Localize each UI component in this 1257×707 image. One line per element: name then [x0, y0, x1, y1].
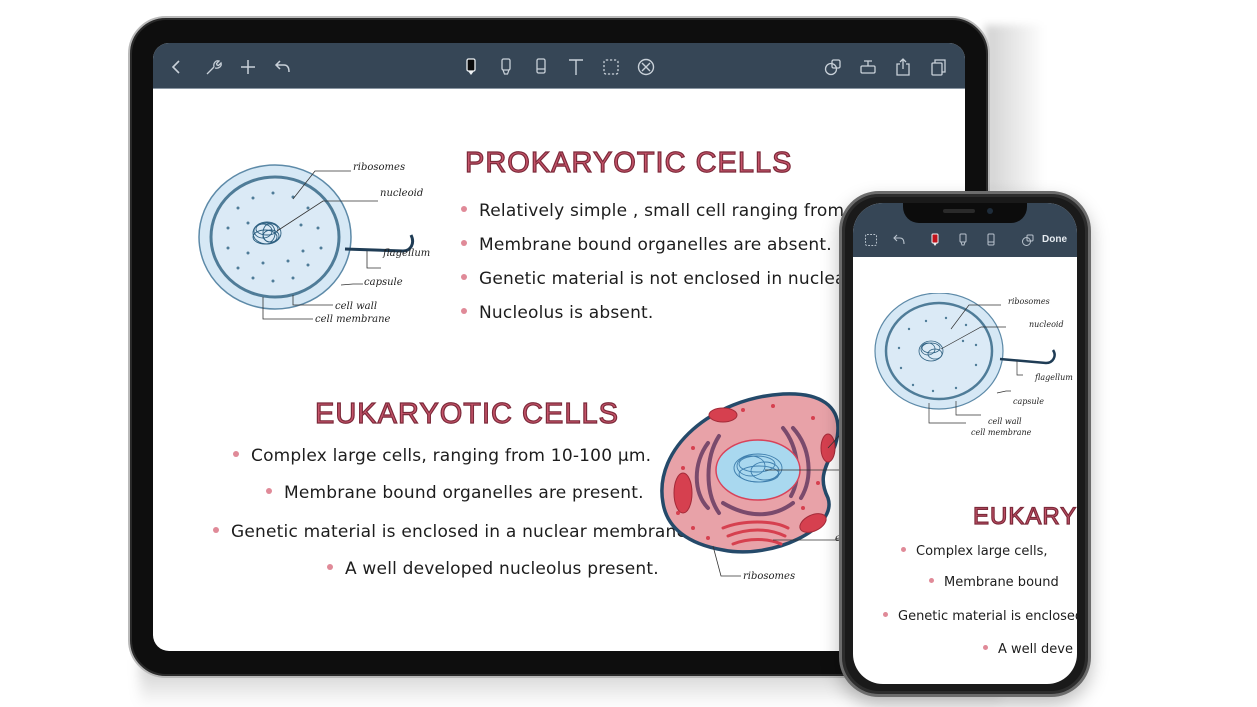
- eukaryotic-bullet: Genetic material is enclosed: [883, 609, 1077, 624]
- plus-icon[interactable]: [238, 57, 258, 77]
- ipad-side-shadow: [985, 25, 1045, 195]
- share-icon[interactable]: [893, 57, 913, 77]
- label-capsule: capsule: [1013, 397, 1044, 406]
- label-nucleoid: nucleoid: [1029, 320, 1064, 329]
- iphone-toolbar: Done: [853, 203, 1077, 257]
- iphone-notch: [903, 203, 1027, 223]
- speaker-grille: [943, 209, 975, 213]
- bullet-dot: [929, 578, 934, 583]
- eukaryotic-bullet: Membrane bound: [929, 575, 1059, 590]
- lasso-select-icon[interactable]: [864, 233, 878, 247]
- done-button[interactable]: Done: [1042, 234, 1067, 245]
- front-camera: [987, 208, 993, 214]
- prokaryotic-bullet: Genetic material is not enclosed in nucl…: [461, 269, 853, 289]
- label-cell-wall: cell wall: [988, 417, 1022, 426]
- prokaryotic-bullet: Nucleolus is absent.: [461, 303, 654, 323]
- iphone-screen: Done ribosomes nucleoid flagellum capsul…: [853, 203, 1077, 684]
- label-flagellum: flagellum: [383, 248, 431, 259]
- undo-icon[interactable]: [273, 57, 293, 77]
- prokaryotic-cell-diagram: [198, 164, 415, 320]
- back-chevron-icon[interactable]: [167, 57, 187, 77]
- ipad-toolbar: [153, 43, 965, 89]
- eukaryotic-title: EUKARY: [972, 502, 1077, 530]
- eukaryotic-title: EUKARYOTIC CELLS: [314, 397, 619, 430]
- bullet-dot: [461, 240, 467, 246]
- shapes-icon[interactable]: [823, 57, 843, 77]
- undo-icon[interactable]: [892, 233, 906, 247]
- label-cell-membrane: cell membrane: [971, 428, 1032, 437]
- eukaryotic-bullet: A well deve: [983, 642, 1073, 657]
- label-ribosomes: ribosomes: [743, 571, 796, 582]
- bullet-dot: [883, 612, 888, 617]
- highlighter-tool-icon[interactable]: [956, 233, 970, 247]
- label-cell-membrane: cell membrane: [315, 314, 391, 325]
- pen-tool-icon[interactable]: [461, 57, 481, 77]
- eukaryotic-bullet: A well developed nucleolus present.: [327, 559, 659, 579]
- pen-tool-icon[interactable]: [928, 233, 942, 247]
- bullet-dot: [266, 488, 272, 494]
- bullet-dot: [461, 206, 467, 212]
- bullet-dot: [901, 547, 906, 552]
- eukaryotic-bullet: Complex large cells,: [901, 544, 1048, 559]
- prokaryotic-title: PROKARYOTIC CELLS: [464, 146, 793, 179]
- wrench-icon[interactable]: [203, 57, 223, 77]
- no-touch-icon[interactable]: [636, 57, 656, 77]
- label-flagellum: flagellum: [1035, 373, 1073, 382]
- label-ribosomes: ribosomes: [353, 162, 406, 173]
- text-tool-icon[interactable]: [566, 57, 586, 77]
- iphone-prokaryotic-diagram: [874, 293, 1056, 424]
- bullet-dot: [983, 645, 988, 650]
- bullet-dot: [461, 308, 467, 314]
- eukaryotic-bullet: Membrane bound organelles are present.: [266, 483, 644, 503]
- label-cell-wall: cell wall: [335, 301, 378, 312]
- pages-icon[interactable]: [928, 57, 948, 77]
- eukaryotic-bullet: Genetic material is enclosed in a nuclea…: [213, 522, 693, 542]
- eraser-tool-icon[interactable]: [984, 233, 998, 247]
- label-ribosomes: ribosomes: [1008, 297, 1050, 306]
- bullet-dot: [461, 274, 467, 280]
- eukaryotic-bullet: Complex large cells, ranging from 10-100…: [233, 446, 651, 466]
- label-nucleoid: nucleoid: [380, 188, 424, 199]
- shapes-icon[interactable]: [1021, 233, 1035, 247]
- presentation-icon[interactable]: [858, 57, 878, 77]
- prokaryotic-bullet: Membrane bound organelles are absent.: [461, 235, 832, 255]
- bullet-dot: [233, 451, 239, 457]
- eraser-tool-icon[interactable]: [531, 57, 551, 77]
- bullet-dot: [327, 564, 333, 570]
- label-capsule: capsule: [364, 277, 403, 288]
- lasso-select-icon[interactable]: [601, 57, 621, 77]
- highlighter-tool-icon[interactable]: [496, 57, 516, 77]
- prokaryotic-bullet: Relatively simple , small cell ranging f…: [461, 201, 884, 221]
- bullet-dot: [213, 527, 219, 533]
